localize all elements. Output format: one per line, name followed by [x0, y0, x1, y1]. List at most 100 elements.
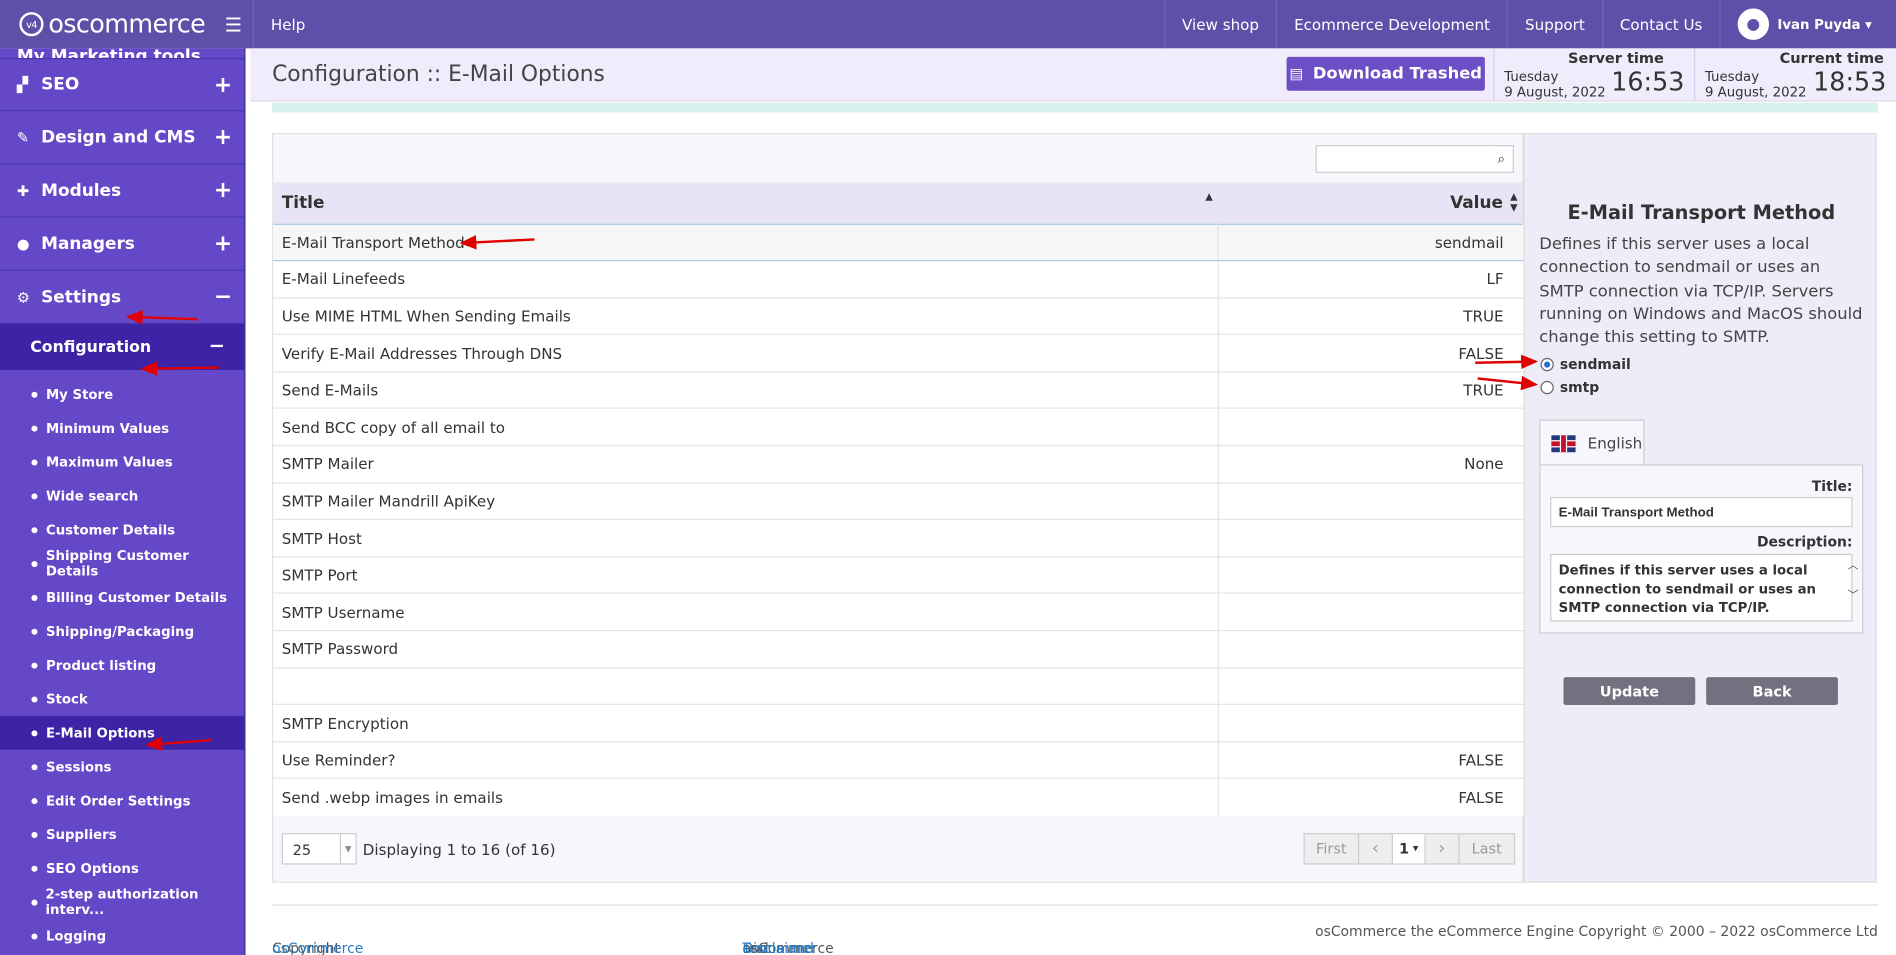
- table-row[interactable]: Send .webp images in emails FALSE: [273, 778, 1523, 816]
- server-date: 9 August, 2022: [1504, 84, 1606, 101]
- support-link[interactable]: Support: [1506, 0, 1602, 49]
- sidebar-subitem-maximum-values[interactable]: Maximum Values: [0, 445, 244, 479]
- last-page-button[interactable]: Last: [1459, 834, 1513, 863]
- row-value: [1217, 667, 1523, 705]
- sidebar-subitem-seo-options[interactable]: SEO Options: [0, 851, 244, 885]
- sidebar-subitem-logging[interactable]: Logging: [0, 919, 244, 953]
- table-row[interactable]: E-Mail Transport Method sendmail: [273, 223, 1523, 262]
- per-page-select[interactable]: 25 ▼: [281, 833, 357, 865]
- sidebar-item-modules[interactable]: ✚ Modules +: [0, 164, 245, 218]
- contact-us-link[interactable]: Contact Us: [1601, 0, 1720, 49]
- sidebar-subitem-customer-details[interactable]: Customer Details: [0, 513, 244, 547]
- sidebar-subitem-edit-order-settings[interactable]: Edit Order Settings: [0, 784, 244, 818]
- table-row[interactable]: Verify E-Mail Addresses Through DNS FALSE: [273, 334, 1523, 372]
- sidebar-subitem-billing-customer-details[interactable]: Billing Customer Details: [0, 580, 244, 614]
- sidebar-subitem-minimum-values[interactable]: Minimum Values: [0, 411, 244, 445]
- sidebar-subitem-2-step-authorization-interv[interactable]: 2-step authorization interv...: [0, 885, 244, 919]
- back-button[interactable]: Back: [1706, 677, 1838, 705]
- bullet-icon: [31, 662, 38, 669]
- radio-smtp[interactable]: smtp: [1540, 378, 1600, 396]
- user-menu[interactable]: ● Ivan Puyda ▾: [1719, 0, 1896, 49]
- chevron-down-icon: ▾: [1409, 842, 1419, 855]
- sidebar-subitem-product-listing[interactable]: Product listing: [0, 648, 244, 682]
- download-trashed-button[interactable]: ▤ Download Trashed: [1286, 56, 1485, 91]
- table-row[interactable]: SMTP Mailer Mandrill ApiKey: [273, 482, 1523, 520]
- row-title: Send E-Mails: [273, 371, 1219, 409]
- sidebar-subitem-shipping-customer-details[interactable]: Shipping Customer Details: [0, 547, 244, 581]
- table-row[interactable]: SMTP Password: [273, 630, 1523, 668]
- table-row[interactable]: E-Mail Linefeeds LF: [273, 260, 1523, 298]
- file-icon: ▤: [1289, 65, 1304, 83]
- page-select[interactable]: 1 ▾: [1392, 834, 1426, 864]
- plus-icon: +: [213, 72, 233, 98]
- search-input[interactable]: [1315, 145, 1514, 173]
- table-row[interactable]: SMTP Mailer None: [273, 445, 1523, 483]
- ecommerce-development-link[interactable]: Ecommerce Development: [1275, 0, 1507, 49]
- table-row[interactable]: SMTP Host: [273, 519, 1523, 557]
- search-icon[interactable]: ⌕: [1489, 145, 1514, 173]
- scroll-down-icon[interactable]: ﹀: [1848, 586, 1859, 602]
- bullet-icon: [31, 560, 38, 567]
- sidebar-subitem-label: Customer Details: [45, 521, 176, 538]
- table-row[interactable]: Use Reminder? FALSE: [273, 741, 1523, 779]
- current-page: 1: [1399, 840, 1410, 858]
- radio-label: smtp: [1559, 378, 1600, 396]
- sidebar-item-design-cms[interactable]: ✎ Design and CMS +: [0, 111, 245, 165]
- sidebar-subitem-label: Maximum Values: [45, 454, 173, 470]
- radio-unchecked-icon: [1540, 380, 1554, 394]
- hamburger-icon[interactable]: ☰: [214, 0, 253, 48]
- sidebar-subitem-suppliers[interactable]: Suppliers: [0, 817, 244, 851]
- minus-icon: −: [208, 333, 225, 357]
- table-row[interactable]: Use MIME HTML When Sending Emails TRUE: [273, 297, 1523, 335]
- help-link[interactable]: Help: [252, 0, 323, 49]
- table-row[interactable]: [273, 667, 1523, 705]
- table-row[interactable]: SMTP Port: [273, 556, 1523, 594]
- disclaimer-link[interactable]: Disclaimer: [742, 940, 816, 955]
- first-page-button[interactable]: First: [1305, 834, 1360, 864]
- scroll-up-icon[interactable]: ︿: [1848, 556, 1859, 572]
- sidebar-item-label: Modules: [41, 180, 122, 201]
- current-date: 9 August, 2022: [1704, 84, 1807, 101]
- tab-english[interactable]: English: [1539, 419, 1645, 466]
- table-row[interactable]: SMTP Encryption: [273, 704, 1523, 742]
- sidebar-subitem-shipping-packaging[interactable]: Shipping/Packaging: [0, 614, 244, 648]
- sidebar-item-label: Managers: [41, 233, 135, 254]
- sidebar-subitem-e-mail-options[interactable]: E-Mail Options: [0, 715, 245, 750]
- sidebar-item-seo[interactable]: ▞ SEO +: [0, 58, 245, 112]
- row-title: SMTP Mailer: [273, 445, 1219, 483]
- plus-icon: +: [213, 177, 233, 204]
- next-page-icon[interactable]: ›: [1426, 834, 1460, 864]
- sidebar-item-managers[interactable]: ● Managers +: [0, 218, 245, 271]
- sidebar-subitem-sessions[interactable]: Sessions: [0, 750, 244, 784]
- sidebar-subitem-stock[interactable]: Stock: [0, 682, 244, 716]
- sidebar-item-marketing[interactable]: My Marketing tools: [0, 48, 244, 58]
- update-button[interactable]: Update: [1563, 677, 1696, 705]
- logo-icon: v4: [19, 12, 44, 37]
- row-value: None: [1217, 445, 1523, 483]
- server-time-box: Server time Tuesday 9 August, 2022 16:53: [1493, 48, 1694, 102]
- sidebar-subitem-my-store[interactable]: My Store: [0, 377, 244, 411]
- column-title[interactable]: Title ▲: [273, 182, 1219, 224]
- server-day: Tuesday: [1504, 68, 1559, 85]
- description-field[interactable]: Defines if this server uses a local conn…: [1550, 553, 1853, 622]
- title-field-label: Title:: [1811, 477, 1853, 495]
- current-time-box: Current time Tuesday 9 August, 2022 18:53: [1694, 48, 1896, 102]
- view-shop-link[interactable]: View shop: [1163, 0, 1276, 49]
- sidebar-item-configuration[interactable]: Configuration −: [0, 324, 245, 371]
- row-title: E-Mail Linefeeds: [273, 260, 1219, 298]
- radio-sendmail[interactable]: sendmail: [1540, 356, 1631, 372]
- row-value: TRUE: [1217, 297, 1523, 335]
- table-row[interactable]: SMTP Username: [273, 593, 1523, 631]
- sidebar-subitem-wide-search[interactable]: Wide search: [0, 479, 244, 513]
- row-title: Use Reminder?: [273, 741, 1219, 779]
- row-value: [1217, 556, 1523, 594]
- row-title: SMTP Encryption: [273, 704, 1219, 742]
- prev-page-icon[interactable]: ‹: [1359, 834, 1393, 864]
- table-row[interactable]: Send BCC copy of all email to: [273, 408, 1523, 446]
- title-field[interactable]: [1550, 496, 1853, 528]
- logo[interactable]: v4 oscommerce: [0, 0, 214, 48]
- company-link[interactable]: osCommerce Ltd: [272, 940, 363, 955]
- column-value[interactable]: Value ▲ ▼: [1218, 182, 1524, 224]
- sidebar-item-settings[interactable]: ⚙ Settings −: [0, 271, 245, 325]
- table-row[interactable]: Send E-Mails TRUE: [273, 371, 1523, 409]
